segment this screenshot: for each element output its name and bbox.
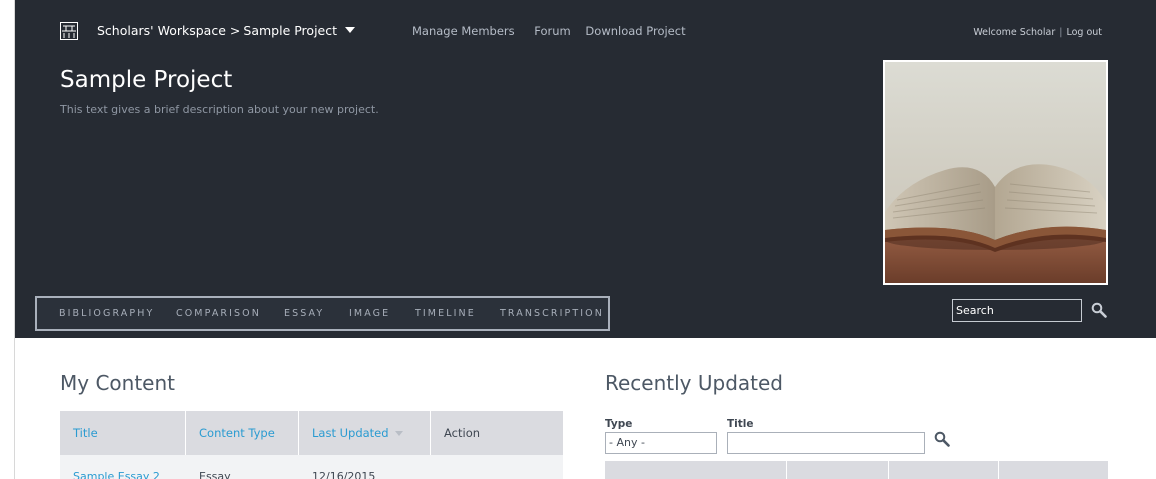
- nav-download-project[interactable]: Download Project: [585, 24, 685, 38]
- nav-essay[interactable]: ESSAY: [284, 308, 324, 319]
- search-input[interactable]: [952, 299, 1082, 322]
- title-filter-input[interactable]: [727, 432, 925, 454]
- type-filter-label: Type: [605, 418, 633, 430]
- search-icon[interactable]: [1091, 302, 1107, 318]
- recently-updated-heading: Recently Updated: [605, 371, 783, 395]
- chevron-down-icon: [345, 27, 356, 33]
- ru-column-1: [605, 461, 787, 479]
- filter-search-icon[interactable]: [934, 431, 950, 447]
- nav-manage-members[interactable]: Manage Members: [412, 24, 515, 38]
- row-content-type: Essay: [199, 470, 231, 479]
- account-links: Welcome Scholar | Log out: [973, 27, 1102, 38]
- column-last-updated[interactable]: Last Updated: [299, 411, 431, 455]
- current-project-name: Sample Project: [243, 23, 338, 38]
- ru-column-4: [999, 461, 1108, 479]
- nav-timeline[interactable]: TIMELINE: [415, 308, 476, 319]
- project-description: This text gives a brief description abou…: [60, 103, 379, 116]
- table-row: Sample Essay 2 Essay 12/16/2015: [60, 455, 563, 479]
- content-type-nav: BIBLIOGRAPHY COMPARISON ESSAY IMAGE TIME…: [35, 296, 610, 331]
- page-title: Sample Project: [60, 67, 233, 93]
- project-switcher[interactable]: Scholars' Workspace > Sample Project: [97, 23, 356, 38]
- page-frame: Scholars' Workspace > Sample Project Manag…: [14, 0, 1156, 479]
- row-title-link[interactable]: Sample Essay 2: [73, 470, 160, 479]
- recently-updated-table-header: [605, 461, 1108, 479]
- table-header-row: Title Content Type Last Updated Action: [60, 411, 563, 455]
- project-nav: Manage Members Forum Download Project: [412, 24, 702, 38]
- title-filter-label: Title: [727, 418, 754, 430]
- breadcrumb-separator: >: [229, 23, 241, 38]
- ru-column-2: [787, 461, 889, 479]
- my-content-table: Title Content Type Last Updated Action S…: [60, 411, 563, 479]
- my-content-heading: My Content: [60, 371, 175, 395]
- logout-link[interactable]: Log out: [1066, 27, 1102, 38]
- column-action: Action: [444, 426, 481, 440]
- nav-comparison[interactable]: COMPARISON: [176, 308, 261, 319]
- project-image: [883, 60, 1108, 285]
- nav-transcription[interactable]: TRANSCRIPTION: [500, 308, 604, 319]
- ru-column-3: [889, 461, 999, 479]
- nav-forum[interactable]: Forum: [534, 24, 570, 38]
- workspace-logo-icon[interactable]: [60, 22, 78, 40]
- column-title[interactable]: Title: [60, 411, 186, 455]
- welcome-user-link[interactable]: Welcome Scholar: [973, 27, 1055, 38]
- nav-image[interactable]: IMAGE: [349, 308, 390, 319]
- sort-desc-icon: [394, 431, 403, 436]
- account-divider: |: [1059, 27, 1063, 38]
- project-header: Scholars' Workspace > Sample Project Manag…: [15, 0, 1156, 338]
- column-content-type[interactable]: Content Type: [186, 411, 299, 455]
- nav-bibliography[interactable]: BIBLIOGRAPHY: [59, 308, 154, 319]
- open-book-image: [885, 62, 1106, 283]
- row-last-updated: 12/16/2015: [312, 470, 376, 479]
- type-filter-select[interactable]: - Any -: [605, 432, 717, 454]
- column-last-updated-label: Last Updated: [312, 426, 389, 440]
- site-name: Scholars' Workspace: [97, 23, 226, 38]
